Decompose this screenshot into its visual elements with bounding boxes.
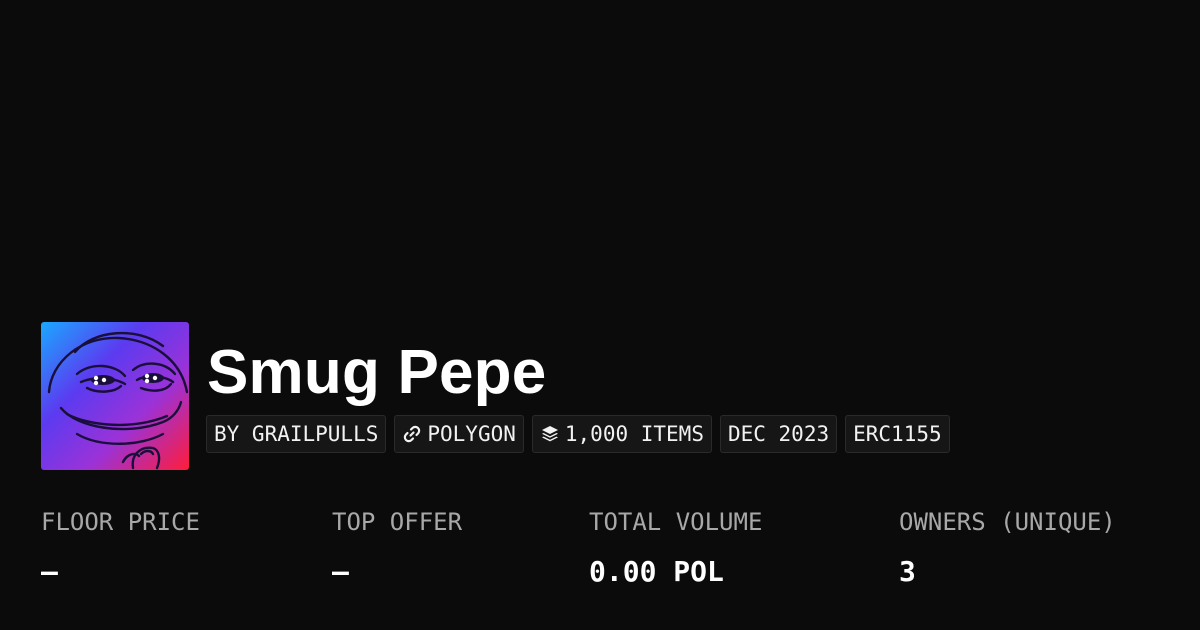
top-offer-stat: TOP OFFER – xyxy=(332,505,462,589)
owners-value: 3 xyxy=(899,555,916,588)
link-icon xyxy=(404,425,421,443)
chain-tag[interactable]: POLYGON xyxy=(394,415,524,453)
floor-price-value: – xyxy=(41,555,58,588)
collection-card: Smug Pepe BY GRAILPULLS POLYGON 1,000 IT… xyxy=(0,0,1200,630)
owners-stat: OWNERS (UNIQUE) 3 xyxy=(899,505,1116,589)
total-volume-label: TOTAL VOLUME xyxy=(589,508,763,536)
top-offer-value: – xyxy=(332,555,349,588)
floor-price-stat: FLOOR PRICE – xyxy=(41,505,200,589)
standard-tag: ERC1155 xyxy=(845,415,950,453)
date-tag-label: DEC 2023 xyxy=(727,422,830,446)
total-volume-stat: TOTAL VOLUME 0.00 POL xyxy=(589,505,762,589)
items-tag[interactable]: 1,000 ITEMS xyxy=(531,415,712,453)
creator-tag-label: BY GRAILPULLS xyxy=(214,422,379,446)
date-tag: DEC 2023 xyxy=(719,415,838,453)
items-tag-label: 1,000 ITEMS xyxy=(564,422,704,446)
collection-title: Smug Pepe xyxy=(207,338,547,407)
layers-icon xyxy=(541,426,558,442)
top-offer-label: TOP OFFER xyxy=(332,508,463,536)
owners-label: OWNERS (UNIQUE) xyxy=(899,508,1116,536)
chain-tag-label: POLYGON xyxy=(427,422,516,446)
collection-avatar xyxy=(41,322,189,470)
collection-tags: BY GRAILPULLS POLYGON 1,000 ITEMS DEC 20… xyxy=(206,415,950,453)
creator-tag[interactable]: BY GRAILPULLS xyxy=(206,415,387,453)
standard-tag-label: ERC1155 xyxy=(853,422,942,446)
smug-pepe-avatar-icon xyxy=(47,331,189,470)
total-volume-value: 0.00 POL xyxy=(589,555,724,588)
floor-price-label: FLOOR PRICE xyxy=(41,508,200,536)
